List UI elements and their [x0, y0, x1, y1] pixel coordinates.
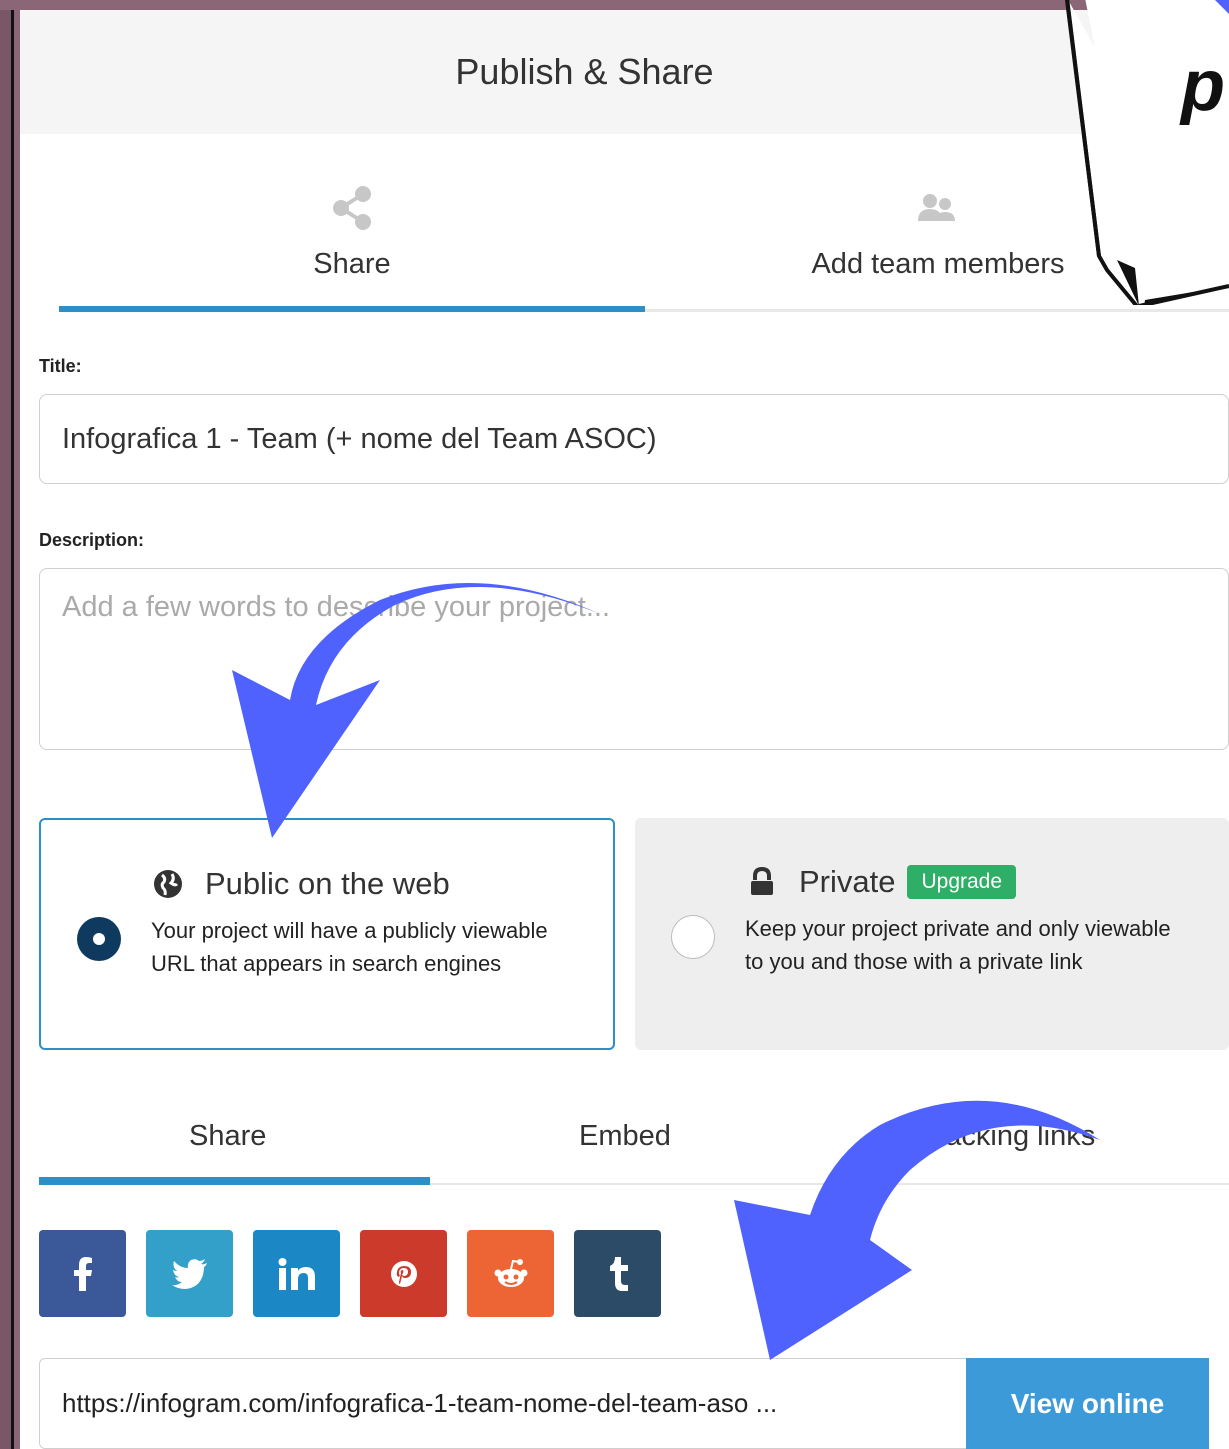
visibility-option-private[interactable]: Private Upgrade Keep your project privat… — [635, 818, 1229, 1050]
private-radio[interactable] — [671, 915, 715, 959]
visibility-option-public[interactable]: Public on the web Your project will have… — [39, 818, 615, 1050]
social-share-buttons — [39, 1230, 661, 1317]
share-sub-tabs: Share Embed Tracking links — [39, 1100, 1229, 1185]
title-label: Title: — [39, 356, 82, 376]
public-heading: Public on the web — [151, 866, 450, 902]
linkedin-share-button[interactable] — [253, 1230, 340, 1317]
share-url-field[interactable]: https://infogram.com/infografica-1-team-… — [39, 1358, 966, 1449]
private-heading-text: Private — [799, 864, 896, 899]
share-icon — [332, 180, 372, 236]
tumblr-share-button[interactable] — [574, 1230, 661, 1317]
annotation-callout: p — [1065, 0, 1229, 305]
private-description: Keep your project private and only viewa… — [745, 916, 1171, 974]
modal-title: Publish & Share — [455, 51, 714, 92]
active-tab-indicator — [59, 306, 645, 312]
public-description: Your project will have a publicly viewab… — [151, 918, 548, 976]
public-radio[interactable] — [77, 917, 121, 961]
pinterest-icon — [390, 1260, 417, 1287]
reddit-share-button[interactable] — [467, 1230, 554, 1317]
reddit-icon — [494, 1258, 527, 1287]
description-label: Description: — [39, 530, 145, 550]
upgrade-badge[interactable]: Upgrade — [907, 865, 1017, 899]
backdrop-top — [0, 0, 1229, 10]
subtab-embed[interactable]: Embed — [579, 1120, 671, 1153]
private-heading: Private Upgrade — [745, 864, 1017, 900]
subtab-share[interactable]: Share — [189, 1120, 266, 1153]
modal-header: Publish & Share — [20, 10, 1229, 134]
title-input[interactable]: Infografica 1 - Team (+ nome del Team AS… — [39, 394, 1229, 484]
team-icon — [918, 180, 958, 236]
lock-icon — [745, 865, 779, 899]
top-tabs: Share Add team members — [59, 180, 1229, 312]
facebook-share-button[interactable] — [39, 1230, 126, 1317]
twitter-share-button[interactable] — [146, 1230, 233, 1317]
facebook-icon — [73, 1256, 92, 1291]
pinterest-share-button[interactable] — [360, 1230, 447, 1317]
twitter-icon — [171, 1258, 207, 1289]
tab-add-team-members-label: Add team members — [811, 248, 1065, 280]
description-input[interactable]: Add a few words to describe your project… — [39, 568, 1229, 750]
backdrop-left-edge — [0, 0, 14, 1449]
tab-share-label: Share — [313, 248, 391, 280]
linkedin-icon — [278, 1257, 315, 1290]
callout-text: p — [1179, 46, 1225, 126]
active-subtab-indicator — [39, 1177, 430, 1185]
globe-icon — [151, 867, 185, 901]
view-online-button[interactable]: View online — [966, 1358, 1209, 1449]
public-heading-text: Public on the web — [205, 866, 450, 901]
subtab-tracking-links[interactable]: Tracking links — [919, 1120, 1095, 1153]
tumblr-icon — [609, 1256, 628, 1291]
tab-share[interactable]: Share — [59, 180, 645, 309]
